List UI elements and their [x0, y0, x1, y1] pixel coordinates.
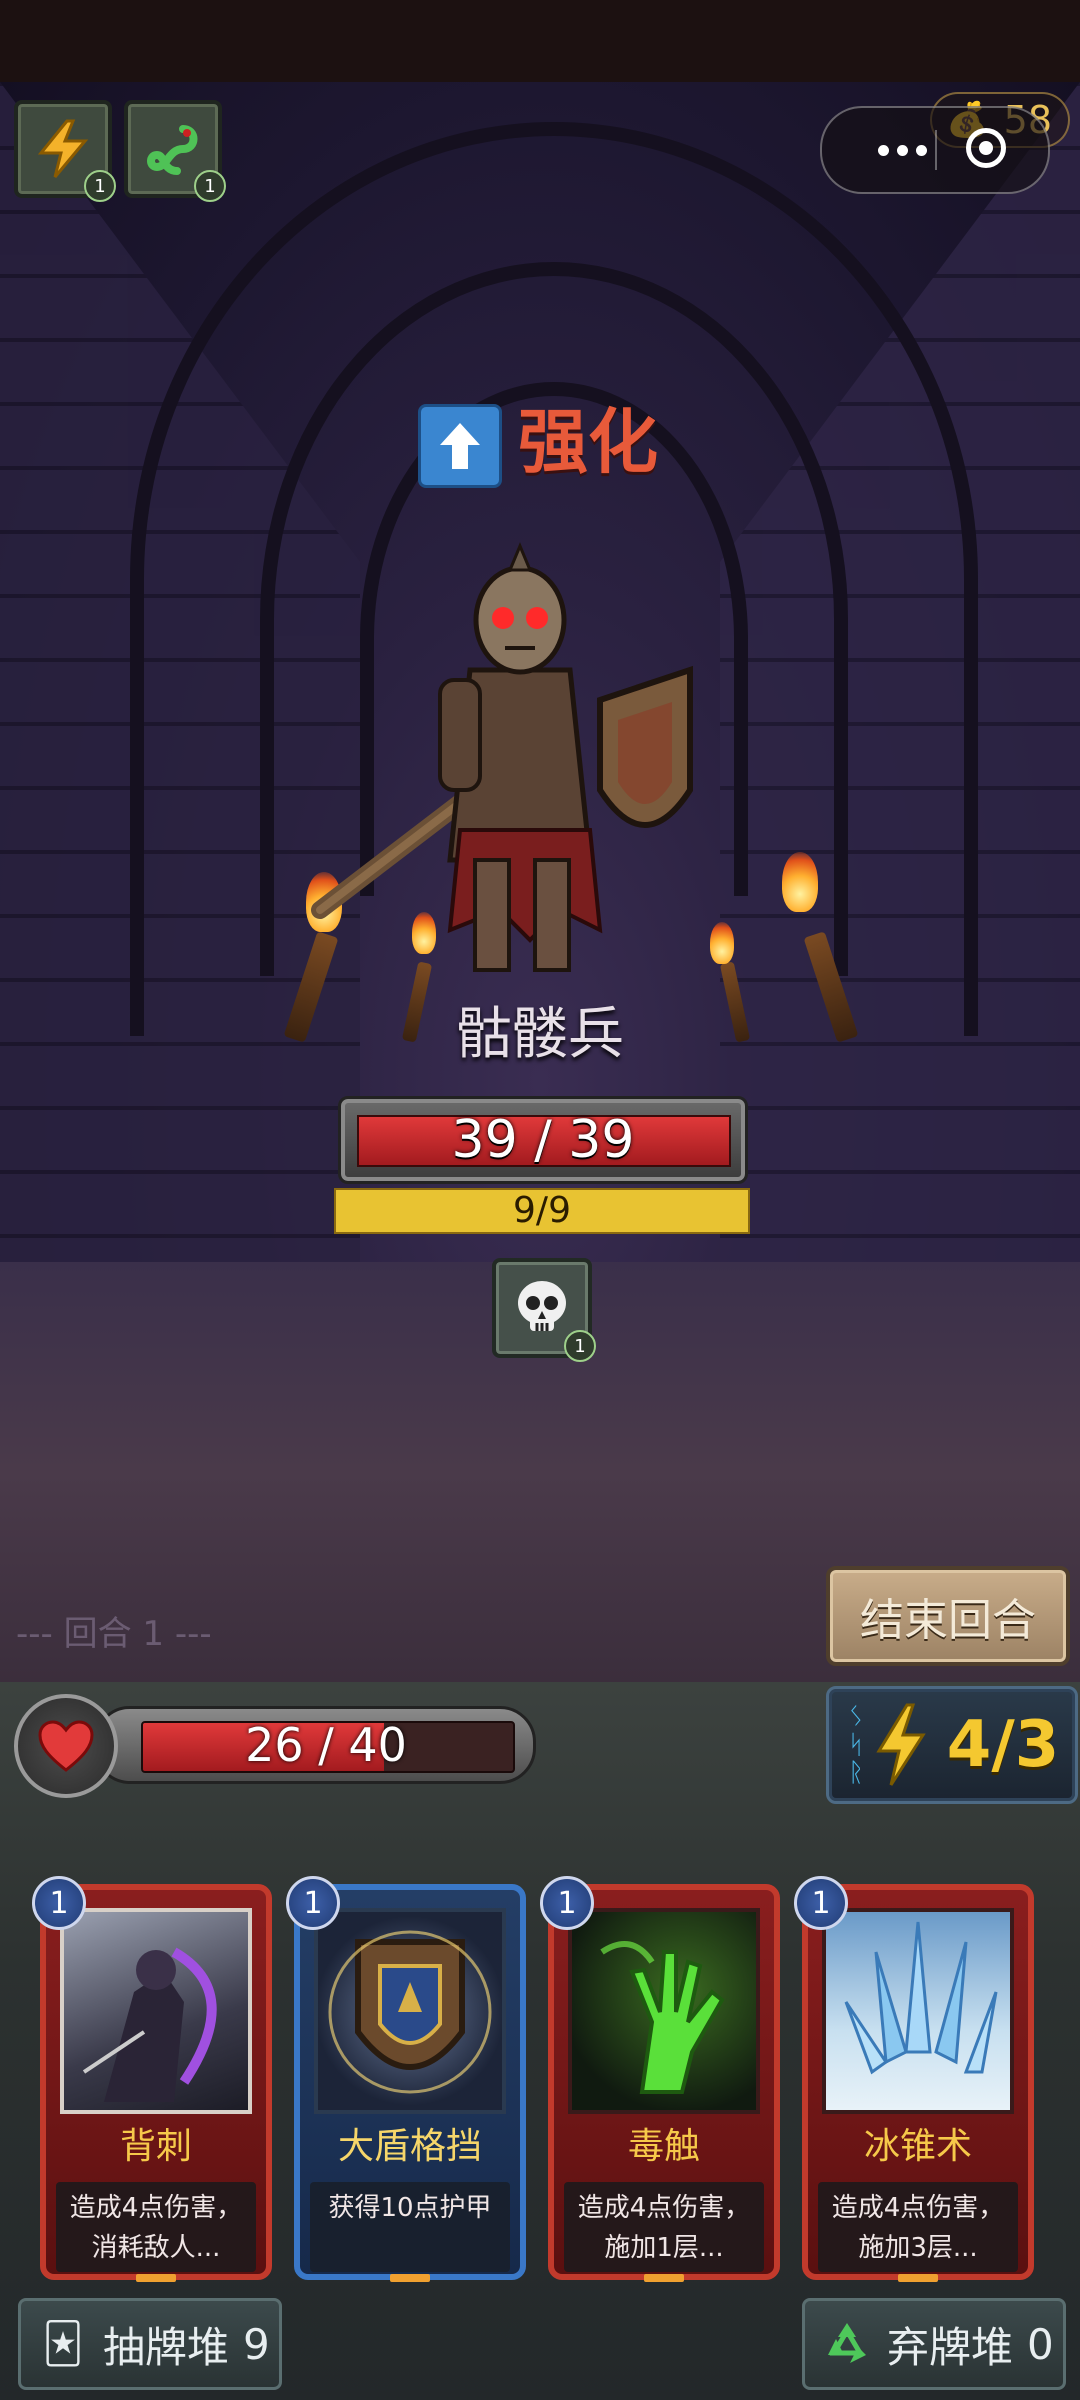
card-gem [390, 2274, 430, 2282]
shield-block-art [314, 1908, 506, 2114]
draw-pile-label: 抽牌堆 [103, 2322, 230, 2372]
intent-label: 强化 [518, 401, 658, 483]
card-gem [644, 2274, 684, 2282]
energy-counter: ᛊᛋᚱ 4/3 [826, 1686, 1078, 1804]
draw-pile-count: 9 [243, 2319, 270, 2369]
card-poison-touch[interactable]: 毒触 造成4点伤害， 施加1层... 1 [540, 1876, 780, 2282]
card-backstab[interactable]: 背刺 造成4点伤害， 消耗敌人... 1 [32, 1876, 272, 2282]
card-name: 冰锥术 [863, 2126, 972, 2167]
debuff-stack-count: 1 [564, 1330, 596, 1362]
card-cost: 1 [286, 1876, 340, 1930]
enemy-hp-text: 39 / 39 [451, 1110, 635, 1170]
enemy-shield-bar: 9/9 [334, 1188, 750, 1234]
card-desc-line1: 造成4点伤害， [577, 2193, 751, 2223]
discard-pile-count: 0 [1027, 2319, 1054, 2369]
enemy-debuff-skull[interactable]: 1 [492, 1258, 596, 1362]
card-description: 造成4点伤害， 消耗敌人... [56, 2182, 256, 2272]
enemy-intent: 强化 [418, 400, 678, 488]
card-desc-line2: 施加1层... [604, 2233, 724, 2263]
card-cost: 1 [794, 1876, 848, 1930]
buff-stack-count: 1 [84, 170, 116, 202]
skeleton-soldier-sprite[interactable] [300, 530, 740, 990]
capsule-divider [935, 130, 937, 170]
heart-icon [14, 1694, 118, 1798]
player-hp-frame: 26 / 40 [94, 1706, 536, 1784]
card-name: 大盾格挡 [337, 2126, 482, 2167]
flame-right [782, 852, 818, 912]
round-indicator: --- 回合 1 --- [16, 1614, 212, 1654]
miniprogram-capsule [820, 106, 1050, 194]
enemy-hp-bar: 39 / 39 [338, 1096, 748, 1184]
rune-icon: ᛊᛋᚱ [848, 1702, 864, 1788]
card-description: 造成4点伤害， 施加3层... [818, 2182, 1018, 2272]
card-gem [136, 2274, 176, 2282]
buff-stack-count: 1 [194, 170, 226, 202]
card-ice-spike[interactable]: 冰锥术 造成4点伤害， 施加3层... 1 [794, 1876, 1034, 2282]
status-bar [0, 0, 1080, 82]
card-description: 造成4点伤害， 施加1层... [564, 2182, 764, 2272]
card-desc-line1: 造成4点伤害， [69, 2193, 243, 2223]
discard-pile-button[interactable]: 弃牌堆 0 [802, 2298, 1066, 2390]
arrow-up-icon [418, 404, 502, 488]
card-desc-line2: 消耗敌人... [91, 2233, 221, 2263]
ice-spike-art [822, 1908, 1014, 2114]
poison-touch-art [568, 1908, 760, 2114]
jester-icon: 🃏 [42, 2321, 84, 2367]
card-cost: 1 [540, 1876, 594, 1930]
card-desc-line2: 施加3层... [858, 2233, 978, 2263]
backstab-art [60, 1908, 252, 2114]
card-desc-line1: 造成4点伤害， [831, 2193, 1005, 2223]
buff-snake[interactable]: 1 [124, 100, 226, 202]
energy-bolt-icon [876, 1703, 926, 1786]
draw-pile-button[interactable]: 🃏 抽牌堆 9 [18, 2298, 282, 2390]
player-hp-bar: 26 / 40 [14, 1694, 536, 1798]
target-close-icon[interactable] [966, 128, 1006, 168]
player-hp-text: 26 / 40 [245, 1718, 407, 1772]
more-dots-icon[interactable] [852, 108, 952, 192]
recycle-icon [817, 2314, 877, 2374]
card-description: 获得10点护甲 [310, 2182, 510, 2272]
buff-lightning[interactable]: 1 [14, 100, 116, 202]
card-shield-block[interactable]: 大盾格挡 获得10点护甲 1 [286, 1876, 526, 2282]
card-desc-line1: 获得10点护甲 [328, 2193, 492, 2223]
end-turn-button[interactable]: 结束回合 [826, 1566, 1070, 1666]
card-gem [898, 2274, 938, 2282]
enemy-shield-text: 9/9 [513, 1190, 571, 1231]
enemy-name: 骷髅兵 [456, 1002, 624, 1067]
card-cost: 1 [32, 1876, 86, 1930]
card-name: 背刺 [119, 2126, 192, 2167]
discard-pile-label: 弃牌堆 [887, 2322, 1014, 2372]
energy-text: 4/3 [946, 1708, 1060, 1782]
card-name: 毒触 [627, 2126, 700, 2167]
